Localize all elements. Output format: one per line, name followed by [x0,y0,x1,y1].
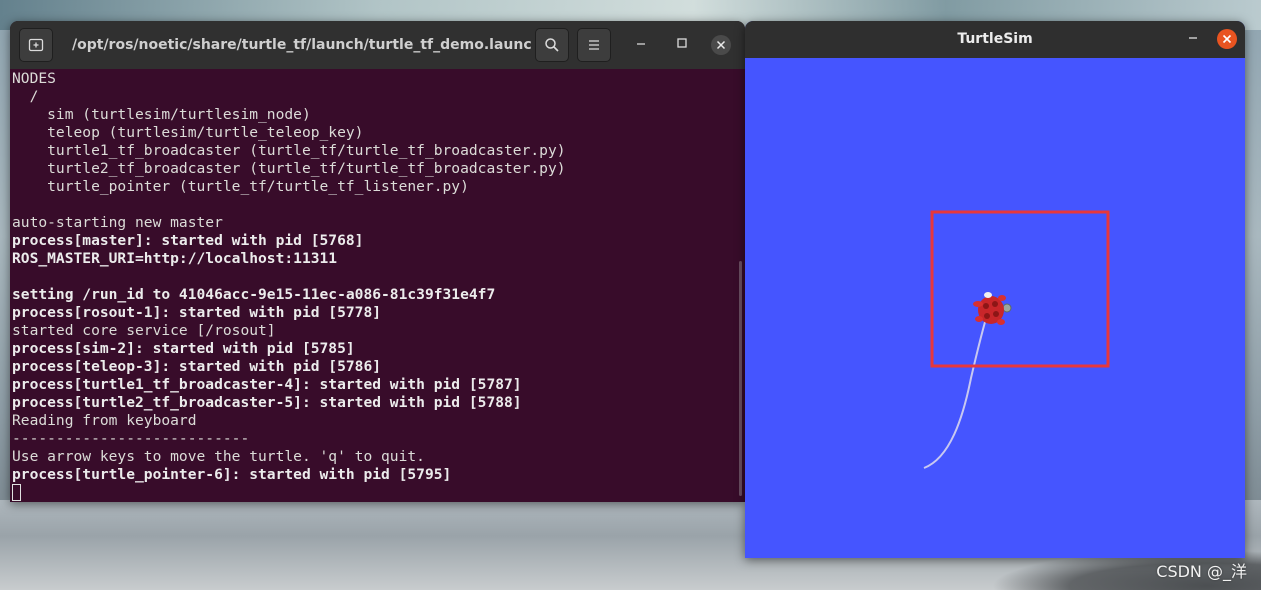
close-icon [1222,34,1232,44]
maximize-button[interactable] [676,37,688,53]
minimize-icon [1189,37,1197,39]
terminal-line: ROS_MASTER_URI=http://localhost:11311 [12,250,338,267]
search-button[interactable] [535,28,569,62]
turtlesim-minimize-button[interactable] [1187,29,1199,47]
terminal-line: turtle_pointer (turtle_tf/turtle_tf_list… [12,178,469,195]
terminal-line: sim (turtlesim/turtlesim_node) [12,106,311,123]
terminal-line: process[turtle_pointer-6]: started with … [12,466,452,483]
terminal-line: Reading from keyboard [12,412,197,429]
terminal-line: turtle1_tf_broadcaster (turtle_tf/turtle… [12,142,566,159]
terminal-line: turtle2_tf_broadcaster (turtle_tf/turtle… [12,160,566,177]
menu-button[interactable] [577,28,611,62]
minimize-button[interactable] [635,35,647,51]
terminal-line: --------------------------- [12,430,250,447]
turtlesim-header-bar[interactable]: TurtleSim [745,21,1245,58]
terminal-line: started core service [/rosout] [12,322,276,339]
turtlesim-title: TurtleSim [957,31,1033,47]
maximize-icon [677,38,687,48]
search-icon [545,38,559,52]
turtlesim-canvas[interactable] [745,58,1245,558]
terminal-line: process[teleop-3]: started with pid [578… [12,358,382,375]
terminal-line: Use arrow keys to move the turtle. 'q' t… [12,448,425,465]
terminal-line: teleop (turtlesim/turtle_teleop_key) [12,124,364,141]
terminal-output[interactable]: NODES / sim (turtlesim/turtlesim_node) t… [12,70,735,502]
terminal-prompt-line[interactable] [12,484,735,502]
terminal-line: / [12,88,39,105]
terminal-scrollbar[interactable] [739,261,742,496]
terminal-line: process[master]: started with pid [5768] [12,232,364,249]
terminal-line: process[rosout-1]: started with pid [577… [12,304,382,321]
terminal-line: process[turtle2_tf_broadcaster-5]: start… [12,394,522,411]
terminal-title: /opt/ros/noetic/share/turtle_tf/launch/t… [72,37,532,53]
terminal-header-bar[interactable]: /opt/ros/noetic/share/turtle_tf/launch/t… [10,21,745,69]
terminal-line: auto-starting new master [12,214,223,231]
terminal-line: setting /run_id to 41046acc-9e15-11ec-a0… [12,286,496,303]
terminal-window[interactable]: /opt/ros/noetic/share/turtle_tf/launch/t… [10,21,745,502]
close-icon [716,40,726,50]
terminal-line: NODES [12,70,56,87]
new-tab-icon [28,38,44,52]
csdn-watermark: CSDN @_洋 [1156,562,1247,581]
turtlesim-close-button[interactable] [1217,29,1237,49]
terminal-line: process[sim-2]: started with pid [5785] [12,340,355,357]
minimize-icon [637,43,645,45]
terminal-line: process[turtle1_tf_broadcaster-4]: start… [12,376,522,393]
close-button[interactable] [711,35,731,55]
terminal-cursor [12,484,21,501]
turtlesim-window[interactable]: TurtleSim [745,21,1245,558]
hamburger-menu-icon [589,40,599,50]
new-tab-button[interactable] [19,28,53,62]
